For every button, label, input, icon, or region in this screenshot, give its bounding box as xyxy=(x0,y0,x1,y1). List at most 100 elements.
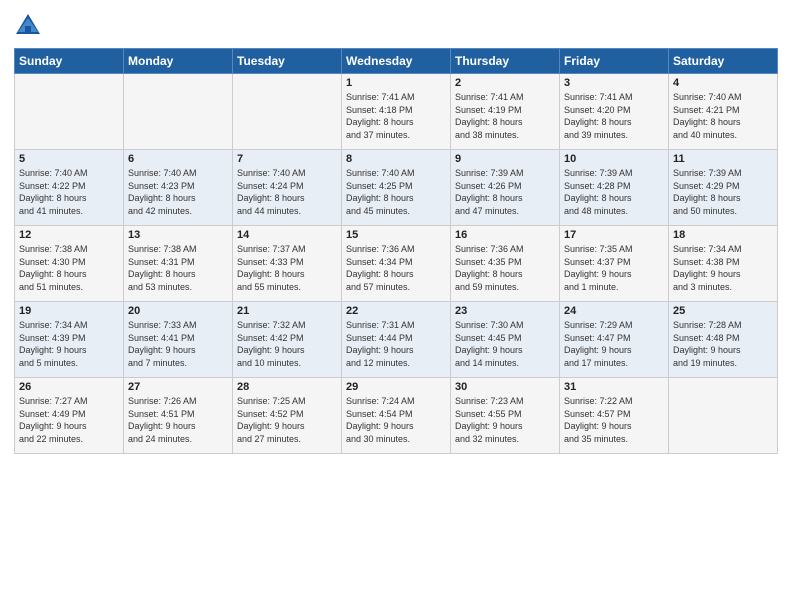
day-cell: 4 Sunrise: 7:40 AM Sunset: 4:21 PM Daylig… xyxy=(669,74,778,150)
day-cell xyxy=(15,74,124,150)
week-row-5: 26 Sunrise: 7:27 AM Sunset: 4:49 PM Dayli… xyxy=(15,378,778,454)
day-cell: 11 Sunrise: 7:39 AM Sunset: 4:29 PM Dayli… xyxy=(669,150,778,226)
day-cell: 27Sunrise: 7:26 AM Sunset: 4:51 PM Dayli… xyxy=(124,378,233,454)
day-cell: 19 Sunrise: 7:34 AM Sunset: 4:39 PM Dayli… xyxy=(15,302,124,378)
day-cell: 30Sunrise: 7:23 AM Sunset: 4:55 PM Dayli… xyxy=(451,378,560,454)
day-info: Sunrise: 7:41 AM Sunset: 4:20 PM Dayligh… xyxy=(564,91,664,141)
day-info: Sunrise: 7:24 AM Sunset: 4:54 PM Dayligh… xyxy=(346,395,446,445)
day-number: 1 xyxy=(346,77,446,89)
header xyxy=(14,12,778,40)
weekday-header-sunday: Sunday xyxy=(15,49,124,74)
week-row-4: 19 Sunrise: 7:34 AM Sunset: 4:39 PM Dayli… xyxy=(15,302,778,378)
day-info: Sunrise: 7:40 AM Sunset: 4:21 PM Dayligh… xyxy=(673,91,773,141)
day-number: 24 xyxy=(564,305,664,317)
day-number: 17 xyxy=(564,229,664,241)
day-info: Sunrise: 7:35 AM Sunset: 4:37 PM Dayligh… xyxy=(564,243,664,293)
day-cell: 28Sunrise: 7:25 AM Sunset: 4:52 PM Dayli… xyxy=(233,378,342,454)
day-number: 25 xyxy=(673,305,773,317)
day-number: 31 xyxy=(564,381,664,393)
day-info: Sunrise: 7:32 AM Sunset: 4:42 PM Dayligh… xyxy=(237,319,337,369)
day-info: Sunrise: 7:40 AM Sunset: 4:24 PM Dayligh… xyxy=(237,167,337,217)
day-cell: 24 Sunrise: 7:29 AM Sunset: 4:47 PM Dayli… xyxy=(560,302,669,378)
day-info: Sunrise: 7:27 AM Sunset: 4:49 PM Dayligh… xyxy=(19,395,119,445)
day-info: Sunrise: 7:38 AM Sunset: 4:30 PM Dayligh… xyxy=(19,243,119,293)
day-cell xyxy=(124,74,233,150)
day-cell: 25 Sunrise: 7:28 AM Sunset: 4:48 PM Dayli… xyxy=(669,302,778,378)
day-info: Sunrise: 7:39 AM Sunset: 4:29 PM Dayligh… xyxy=(673,167,773,217)
day-cell: 15 Sunrise: 7:36 AM Sunset: 4:34 PM Dayli… xyxy=(342,226,451,302)
day-number: 16 xyxy=(455,229,555,241)
day-cell: 20Sunrise: 7:33 AM Sunset: 4:41 PM Dayli… xyxy=(124,302,233,378)
weekday-header-row: SundayMondayTuesdayWednesdayThursdayFrid… xyxy=(15,49,778,74)
day-info: Sunrise: 7:34 AM Sunset: 4:38 PM Dayligh… xyxy=(673,243,773,293)
day-cell: 18 Sunrise: 7:34 AM Sunset: 4:38 PM Dayli… xyxy=(669,226,778,302)
weekday-header-thursday: Thursday xyxy=(451,49,560,74)
day-cell: 5 Sunrise: 7:40 AM Sunset: 4:22 PM Daylig… xyxy=(15,150,124,226)
day-cell: 6 Sunrise: 7:40 AM Sunset: 4:23 PM Daylig… xyxy=(124,150,233,226)
day-cell: 3Sunrise: 7:41 AM Sunset: 4:20 PM Daylig… xyxy=(560,74,669,150)
day-number: 21 xyxy=(237,305,337,317)
day-info: Sunrise: 7:26 AM Sunset: 4:51 PM Dayligh… xyxy=(128,395,228,445)
day-number: 15 xyxy=(346,229,446,241)
calendar-table: SundayMondayTuesdayWednesdayThursdayFrid… xyxy=(14,48,778,454)
day-cell xyxy=(669,378,778,454)
week-row-1: 1Sunrise: 7:41 AM Sunset: 4:18 PM Daylig… xyxy=(15,74,778,150)
day-number: 7 xyxy=(237,153,337,165)
day-cell: 21 Sunrise: 7:32 AM Sunset: 4:42 PM Dayli… xyxy=(233,302,342,378)
day-info: Sunrise: 7:33 AM Sunset: 4:41 PM Dayligh… xyxy=(128,319,228,369)
day-info: Sunrise: 7:31 AM Sunset: 4:44 PM Dayligh… xyxy=(346,319,446,369)
day-cell: 2Sunrise: 7:41 AM Sunset: 4:19 PM Daylig… xyxy=(451,74,560,150)
day-cell: 16 Sunrise: 7:36 AM Sunset: 4:35 PM Dayli… xyxy=(451,226,560,302)
day-info: Sunrise: 7:29 AM Sunset: 4:47 PM Dayligh… xyxy=(564,319,664,369)
day-cell: 17 Sunrise: 7:35 AM Sunset: 4:37 PM Dayli… xyxy=(560,226,669,302)
weekday-header-saturday: Saturday xyxy=(669,49,778,74)
day-cell: 1Sunrise: 7:41 AM Sunset: 4:18 PM Daylig… xyxy=(342,74,451,150)
day-number: 26 xyxy=(19,381,119,393)
day-number: 10 xyxy=(564,153,664,165)
day-cell xyxy=(233,74,342,150)
logo xyxy=(14,12,46,40)
day-number: 8 xyxy=(346,153,446,165)
day-cell: 31 Sunrise: 7:22 AM Sunset: 4:57 PM Dayli… xyxy=(560,378,669,454)
day-number: 30 xyxy=(455,381,555,393)
day-cell: 10 Sunrise: 7:39 AM Sunset: 4:28 PM Dayli… xyxy=(560,150,669,226)
day-number: 9 xyxy=(455,153,555,165)
weekday-header-friday: Friday xyxy=(560,49,669,74)
day-number: 4 xyxy=(673,77,773,89)
day-number: 12 xyxy=(19,229,119,241)
day-cell: 9 Sunrise: 7:39 AM Sunset: 4:26 PM Daylig… xyxy=(451,150,560,226)
week-row-2: 5 Sunrise: 7:40 AM Sunset: 4:22 PM Daylig… xyxy=(15,150,778,226)
day-info: Sunrise: 7:40 AM Sunset: 4:23 PM Dayligh… xyxy=(128,167,228,217)
day-cell: 23 Sunrise: 7:30 AM Sunset: 4:45 PM Dayli… xyxy=(451,302,560,378)
day-number: 11 xyxy=(673,153,773,165)
day-number: 29 xyxy=(346,381,446,393)
day-info: Sunrise: 7:22 AM Sunset: 4:57 PM Dayligh… xyxy=(564,395,664,445)
day-info: Sunrise: 7:40 AM Sunset: 4:22 PM Dayligh… xyxy=(19,167,119,217)
logo-icon xyxy=(14,12,42,40)
day-cell: 7 Sunrise: 7:40 AM Sunset: 4:24 PM Daylig… xyxy=(233,150,342,226)
weekday-header-wednesday: Wednesday xyxy=(342,49,451,74)
day-number: 2 xyxy=(455,77,555,89)
day-info: Sunrise: 7:28 AM Sunset: 4:48 PM Dayligh… xyxy=(673,319,773,369)
day-cell: 29 Sunrise: 7:24 AM Sunset: 4:54 PM Dayli… xyxy=(342,378,451,454)
day-number: 19 xyxy=(19,305,119,317)
day-info: Sunrise: 7:37 AM Sunset: 4:33 PM Dayligh… xyxy=(237,243,337,293)
weekday-header-tuesday: Tuesday xyxy=(233,49,342,74)
day-number: 18 xyxy=(673,229,773,241)
day-info: Sunrise: 7:36 AM Sunset: 4:34 PM Dayligh… xyxy=(346,243,446,293)
day-info: Sunrise: 7:30 AM Sunset: 4:45 PM Dayligh… xyxy=(455,319,555,369)
weekday-header-monday: Monday xyxy=(124,49,233,74)
day-info: Sunrise: 7:39 AM Sunset: 4:26 PM Dayligh… xyxy=(455,167,555,217)
day-info: Sunrise: 7:40 AM Sunset: 4:25 PM Dayligh… xyxy=(346,167,446,217)
calendar-page: SundayMondayTuesdayWednesdayThursdayFrid… xyxy=(0,0,792,612)
day-number: 23 xyxy=(455,305,555,317)
day-number: 5 xyxy=(19,153,119,165)
day-info: Sunrise: 7:39 AM Sunset: 4:28 PM Dayligh… xyxy=(564,167,664,217)
day-number: 6 xyxy=(128,153,228,165)
day-info: Sunrise: 7:36 AM Sunset: 4:35 PM Dayligh… xyxy=(455,243,555,293)
day-cell: 13Sunrise: 7:38 AM Sunset: 4:31 PM Dayli… xyxy=(124,226,233,302)
day-info: Sunrise: 7:38 AM Sunset: 4:31 PM Dayligh… xyxy=(128,243,228,293)
day-info: Sunrise: 7:34 AM Sunset: 4:39 PM Dayligh… xyxy=(19,319,119,369)
day-number: 28 xyxy=(237,381,337,393)
day-cell: 12 Sunrise: 7:38 AM Sunset: 4:30 PM Dayli… xyxy=(15,226,124,302)
